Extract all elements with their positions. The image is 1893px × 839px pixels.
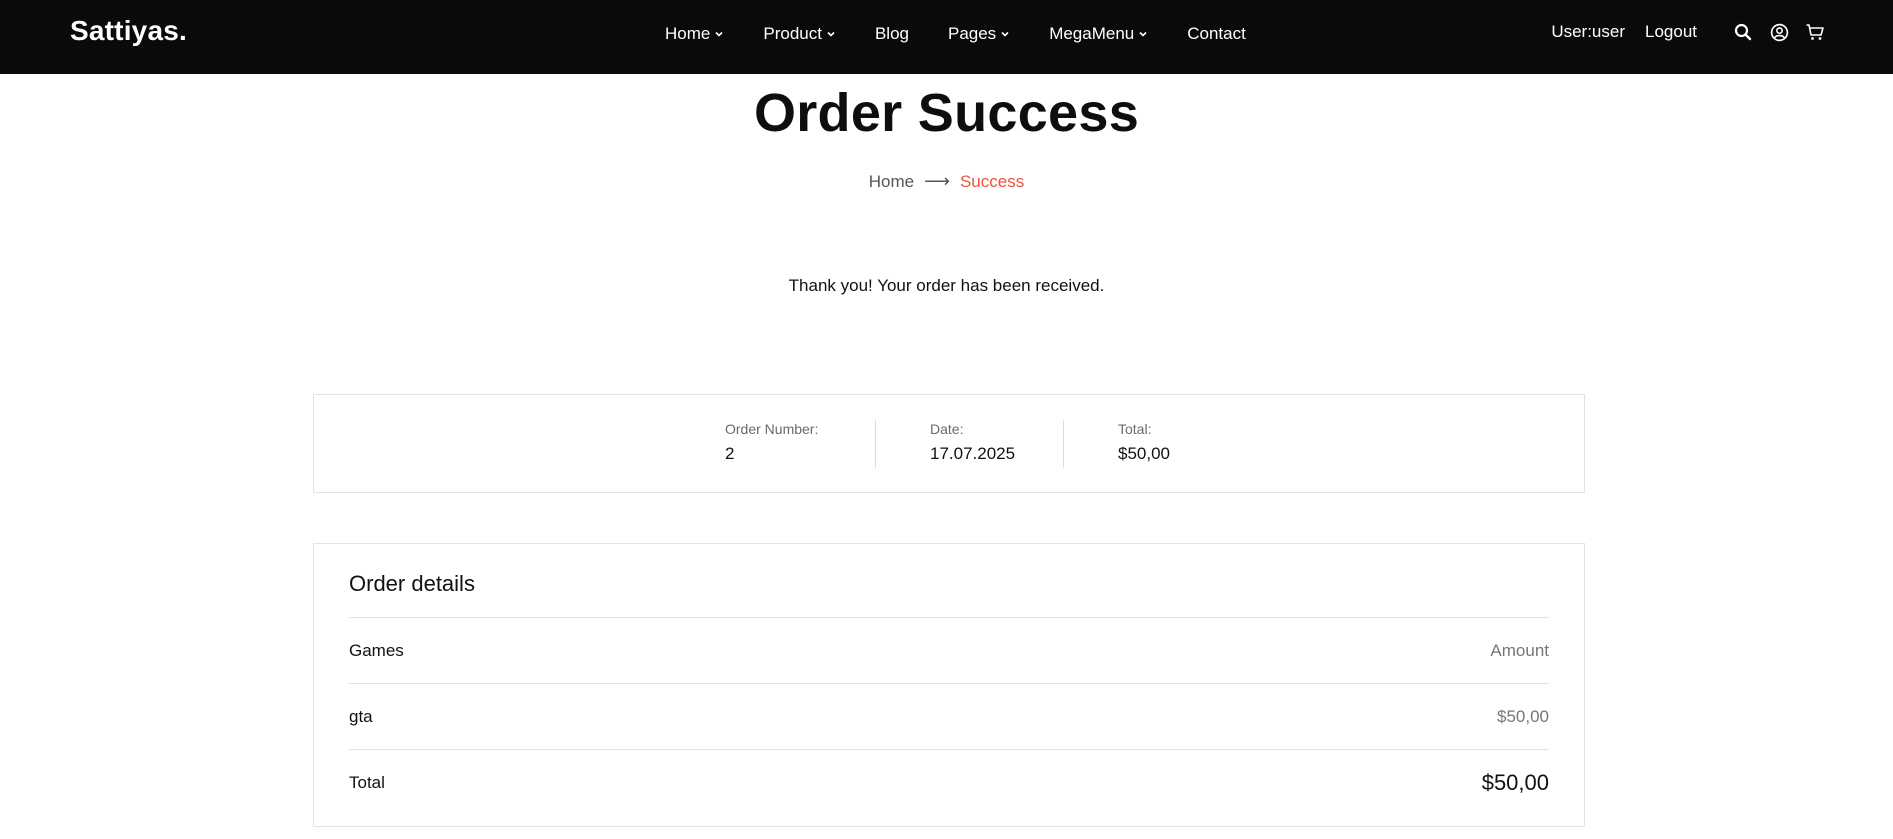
arrow-right-icon: ⟶ — [924, 171, 950, 191]
order-number-block: Order Number: 2 — [725, 421, 818, 469]
breadcrumb-current: Success — [959, 171, 1025, 191]
user-label[interactable]: User:user — [1551, 22, 1625, 42]
header-tools: User:user Logout — [1551, 22, 1825, 42]
summary-divider — [1063, 420, 1064, 468]
nav-item-label: MegaMenu — [1049, 24, 1135, 43]
item-name: gta — [349, 706, 373, 726]
logout-link[interactable]: Logout — [1645, 22, 1697, 42]
nav-item-label: Pages — [947, 24, 997, 43]
nav-item-megamenu[interactable]: MegaMenu — [1049, 24, 1148, 44]
page-title: Order Success — [753, 83, 1140, 143]
order-total-label: Total — [349, 772, 385, 792]
date-value: 17.07.2025 — [930, 444, 1016, 463]
nav-item-label: Blog — [874, 24, 909, 43]
site-logo[interactable]: Sattiyas. — [70, 15, 187, 47]
nav-item-home[interactable]: Home — [665, 24, 724, 44]
nav-item-contact[interactable]: Contact — [1187, 24, 1246, 44]
nav-item-label: Contact — [1187, 24, 1246, 43]
chevron-down-icon — [827, 31, 835, 37]
account-icon[interactable] — [1769, 22, 1789, 42]
chevron-down-icon — [1139, 31, 1147, 37]
nav-item-label: Home — [665, 24, 711, 43]
item-amount: $50,00 — [1497, 706, 1549, 726]
nav-item-blog[interactable]: Blog — [875, 24, 909, 44]
summary-divider — [875, 420, 876, 468]
breadcrumb-home-link[interactable]: Home — [869, 172, 914, 192]
chevron-down-icon — [715, 31, 723, 37]
thank-you-message: Thank you! Your order has been received. — [788, 276, 1105, 295]
nav-item-product[interactable]: Product — [763, 24, 836, 44]
nav-item-label: Product — [763, 24, 822, 43]
order-date-block: Date: 17.07.2025 — [930, 421, 1015, 469]
top-navbar: Sattiyas. Home Product Blog Pages MegaMe… — [0, 0, 1893, 74]
order-details-box: Order details Games Amount gta $50,00 To… — [313, 543, 1585, 827]
column-header-games: Games — [349, 640, 404, 660]
order-total-block: Total: $50,00 — [1118, 421, 1170, 469]
chevron-down-icon — [1001, 31, 1009, 37]
order-number-label: Order Number: — [725, 421, 819, 437]
order-details-header-row: Games Amount — [349, 617, 1549, 683]
order-details-title: Order details — [349, 571, 475, 596]
order-total-row: Total $50,00 — [349, 749, 1549, 815]
breadcrumb: Home ⟶ Success — [0, 171, 1893, 192]
search-icon[interactable] — [1733, 22, 1753, 42]
order-total-value: $50,00 — [1481, 769, 1549, 795]
column-header-amount: Amount — [1490, 640, 1549, 660]
cart-icon[interactable] — [1805, 22, 1825, 42]
table-row: gta $50,00 — [349, 683, 1549, 749]
order-number-value: 2 — [725, 444, 735, 463]
date-label: Date: — [930, 421, 964, 437]
nav-item-pages[interactable]: Pages — [948, 24, 1010, 44]
total-value: $50,00 — [1118, 444, 1170, 463]
total-label: Total: — [1118, 421, 1152, 437]
main-nav: Home Product Blog Pages MegaMenu Contact — [665, 24, 1246, 44]
order-summary-box: Order Number: 2 Date: 17.07.2025 Total: … — [313, 394, 1585, 493]
